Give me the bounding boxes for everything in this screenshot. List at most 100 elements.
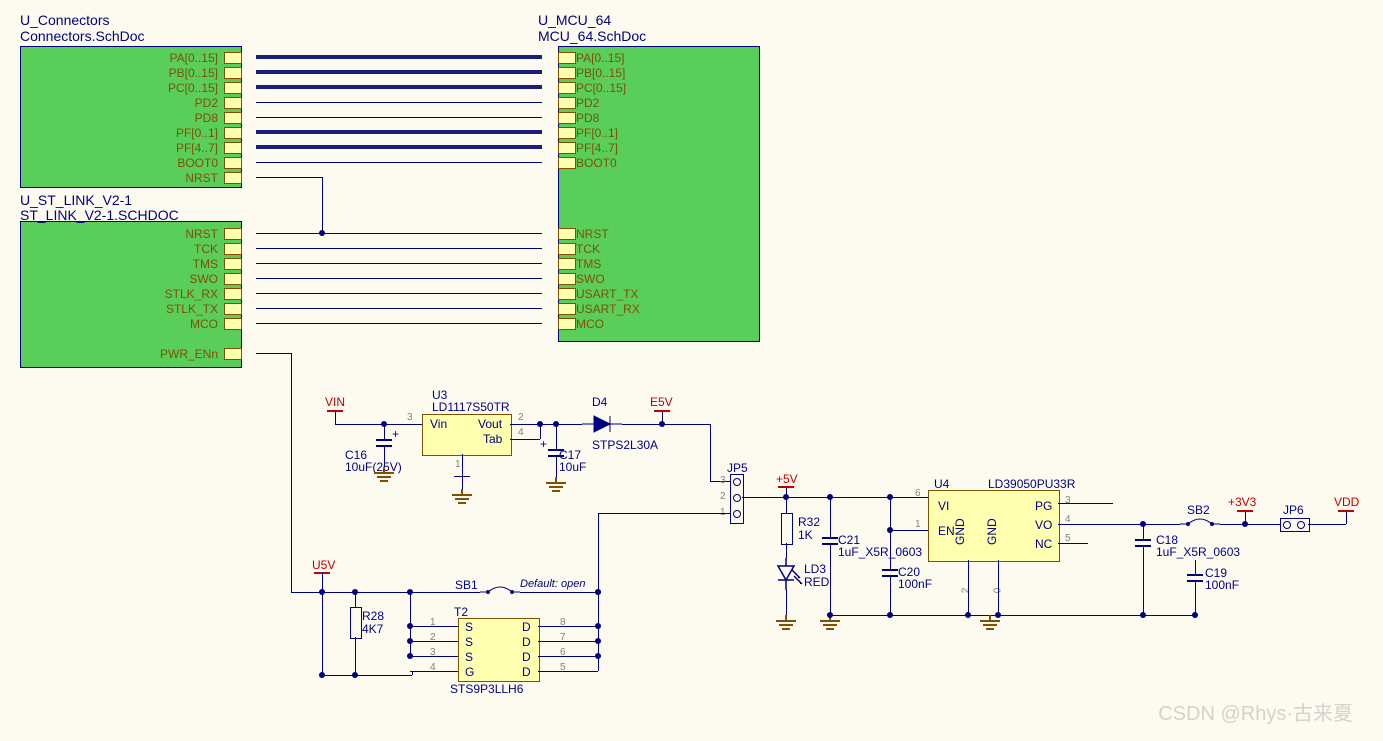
pin-pa: PA[0..15] bbox=[150, 51, 218, 65]
u4-vi: VI bbox=[938, 499, 949, 513]
pwr-3v3: +3V3 bbox=[1228, 495, 1256, 509]
t2-s1: S bbox=[465, 620, 473, 634]
mcu-tms: TMS bbox=[576, 257, 601, 271]
t2-val: STS9P3LLH6 bbox=[450, 682, 523, 696]
r28-ref: R28 bbox=[362, 609, 384, 623]
watermark: CSDN @Rhys·古来夏 bbox=[1158, 697, 1353, 726]
stlink-doc: ST_LINK_V2-1.SCHDOC bbox=[20, 207, 179, 223]
sb1-note: Default: open bbox=[520, 578, 585, 590]
led-ld3 bbox=[776, 558, 806, 593]
stl-mco: MCO bbox=[150, 317, 218, 331]
pwr-vin: VIN bbox=[325, 395, 345, 409]
mcu-pa: PA[0..15] bbox=[576, 51, 624, 65]
t2-d3: D bbox=[522, 650, 531, 664]
t2-g: G bbox=[465, 665, 474, 679]
stl-swo: SWO bbox=[150, 272, 218, 286]
t2-d1: D bbox=[522, 620, 531, 634]
pwr-5v: +5V bbox=[776, 472, 798, 486]
pin-pd8: PD8 bbox=[150, 111, 218, 125]
u3-p2: 2 bbox=[518, 412, 524, 423]
pin-pf0: PF[0..1] bbox=[150, 126, 218, 140]
t2-d2: D bbox=[522, 635, 531, 649]
u3-val: LD1117S50TR bbox=[432, 400, 510, 414]
pin-pf4: PF[4..7] bbox=[150, 141, 218, 155]
r32-ref: R32 bbox=[798, 515, 820, 529]
pin-pc: PC[0..15] bbox=[150, 81, 218, 95]
mcu-pd8: PD8 bbox=[576, 111, 599, 125]
r32-val: 1K bbox=[798, 528, 813, 542]
plus-c16: + bbox=[392, 427, 399, 441]
u4-g1: GND bbox=[953, 518, 967, 545]
connectors-doc: Connectors.SchDoc bbox=[20, 28, 145, 44]
jp5-lbl: JP5 bbox=[727, 461, 748, 475]
sb1 bbox=[480, 584, 520, 600]
pin-pb: PB[0..15] bbox=[150, 66, 218, 80]
c20-val: 100nF bbox=[898, 577, 932, 591]
mcu-utx: USART_TX bbox=[576, 287, 638, 301]
t2-s2: S bbox=[465, 635, 473, 649]
r28-val: 4K7 bbox=[362, 622, 383, 636]
mcu-doc: MCU_64.SchDoc bbox=[538, 28, 646, 44]
mcu-nrst: NRST bbox=[576, 227, 609, 241]
mcu-pc: PC[0..15] bbox=[576, 81, 626, 95]
gnd-icon bbox=[978, 615, 1002, 633]
u4-pg: PG bbox=[1035, 499, 1052, 513]
d4-val: STPS2L30A bbox=[592, 438, 658, 452]
u4-g2: GND bbox=[985, 518, 999, 545]
mcu-pb: PB[0..15] bbox=[576, 66, 625, 80]
u3-tab: Tab bbox=[483, 432, 502, 446]
ld3-ref: LD3 bbox=[804, 562, 826, 576]
c19-val: 100nF bbox=[1205, 578, 1239, 592]
sb1-lbl: SB1 bbox=[455, 578, 478, 592]
pwr-e5v: E5V bbox=[650, 395, 673, 409]
stl-nrst: NRST bbox=[150, 227, 218, 241]
c18-val: 1uF_X5R_0603 bbox=[1156, 545, 1240, 559]
stl-pwren: PWR_ENn bbox=[150, 347, 218, 361]
mcu-pd2: PD2 bbox=[576, 96, 599, 110]
plus-c17: + bbox=[540, 437, 547, 451]
u3-p4: 4 bbox=[518, 427, 524, 438]
sb2-lbl: SB2 bbox=[1187, 503, 1210, 517]
u4-ref: U4 bbox=[934, 477, 949, 491]
mcu-tck: TCK bbox=[576, 242, 600, 256]
pin-nrst: NRST bbox=[150, 171, 218, 185]
sb2 bbox=[1180, 516, 1220, 532]
gnd-icon bbox=[450, 489, 474, 507]
u3-p1: 1 bbox=[455, 459, 461, 470]
ld3-val: RED bbox=[804, 575, 829, 589]
u4-vo: VO bbox=[1035, 518, 1052, 532]
t2-s3: S bbox=[465, 650, 473, 664]
mcu-title: U_MCU_64 bbox=[538, 12, 611, 28]
u3-vin: Vin bbox=[430, 417, 447, 431]
d4-ref: D4 bbox=[592, 395, 607, 409]
u3-p3: 3 bbox=[407, 412, 413, 423]
diode-d4 bbox=[582, 414, 622, 434]
connectors-title: U_Connectors bbox=[20, 12, 110, 28]
c17-val: 10uF bbox=[559, 460, 586, 474]
gnd-icon bbox=[372, 467, 396, 485]
jp6-lbl: JP6 bbox=[1283, 503, 1304, 517]
mcu-boot0: BOOT0 bbox=[576, 156, 617, 170]
t2-ref: T2 bbox=[454, 605, 468, 619]
pin-boot0: BOOT0 bbox=[150, 156, 218, 170]
pwr-u5v: U5V bbox=[312, 558, 335, 572]
u3-vout: Vout bbox=[478, 417, 502, 431]
c21-val: 1uF_X5R_0603 bbox=[838, 545, 922, 559]
mcu-mco: MCO bbox=[576, 317, 604, 331]
u4-val: LD39050PU33R bbox=[988, 477, 1075, 491]
pin-pd2: PD2 bbox=[150, 96, 218, 110]
stl-tms: TMS bbox=[150, 257, 218, 271]
stl-tx: STLK_TX bbox=[150, 302, 218, 316]
gnd-icon bbox=[544, 477, 568, 495]
mcu-pf0: PF[0..1] bbox=[576, 126, 618, 140]
stl-tck: TCK bbox=[150, 242, 218, 256]
t2-d4: D bbox=[522, 665, 531, 679]
mcu-urx: USART_RX bbox=[576, 302, 640, 316]
mcu-swo: SWO bbox=[576, 272, 605, 286]
gnd-icon bbox=[774, 615, 798, 633]
mcu-pf4: PF[4..7] bbox=[576, 141, 618, 155]
stl-rx: STLK_RX bbox=[150, 287, 218, 301]
pwr-vdd: VDD bbox=[1334, 495, 1359, 509]
u4-nc: NC bbox=[1035, 537, 1052, 551]
stlink-title: U_ST_LINK_V2-1 bbox=[20, 192, 132, 208]
